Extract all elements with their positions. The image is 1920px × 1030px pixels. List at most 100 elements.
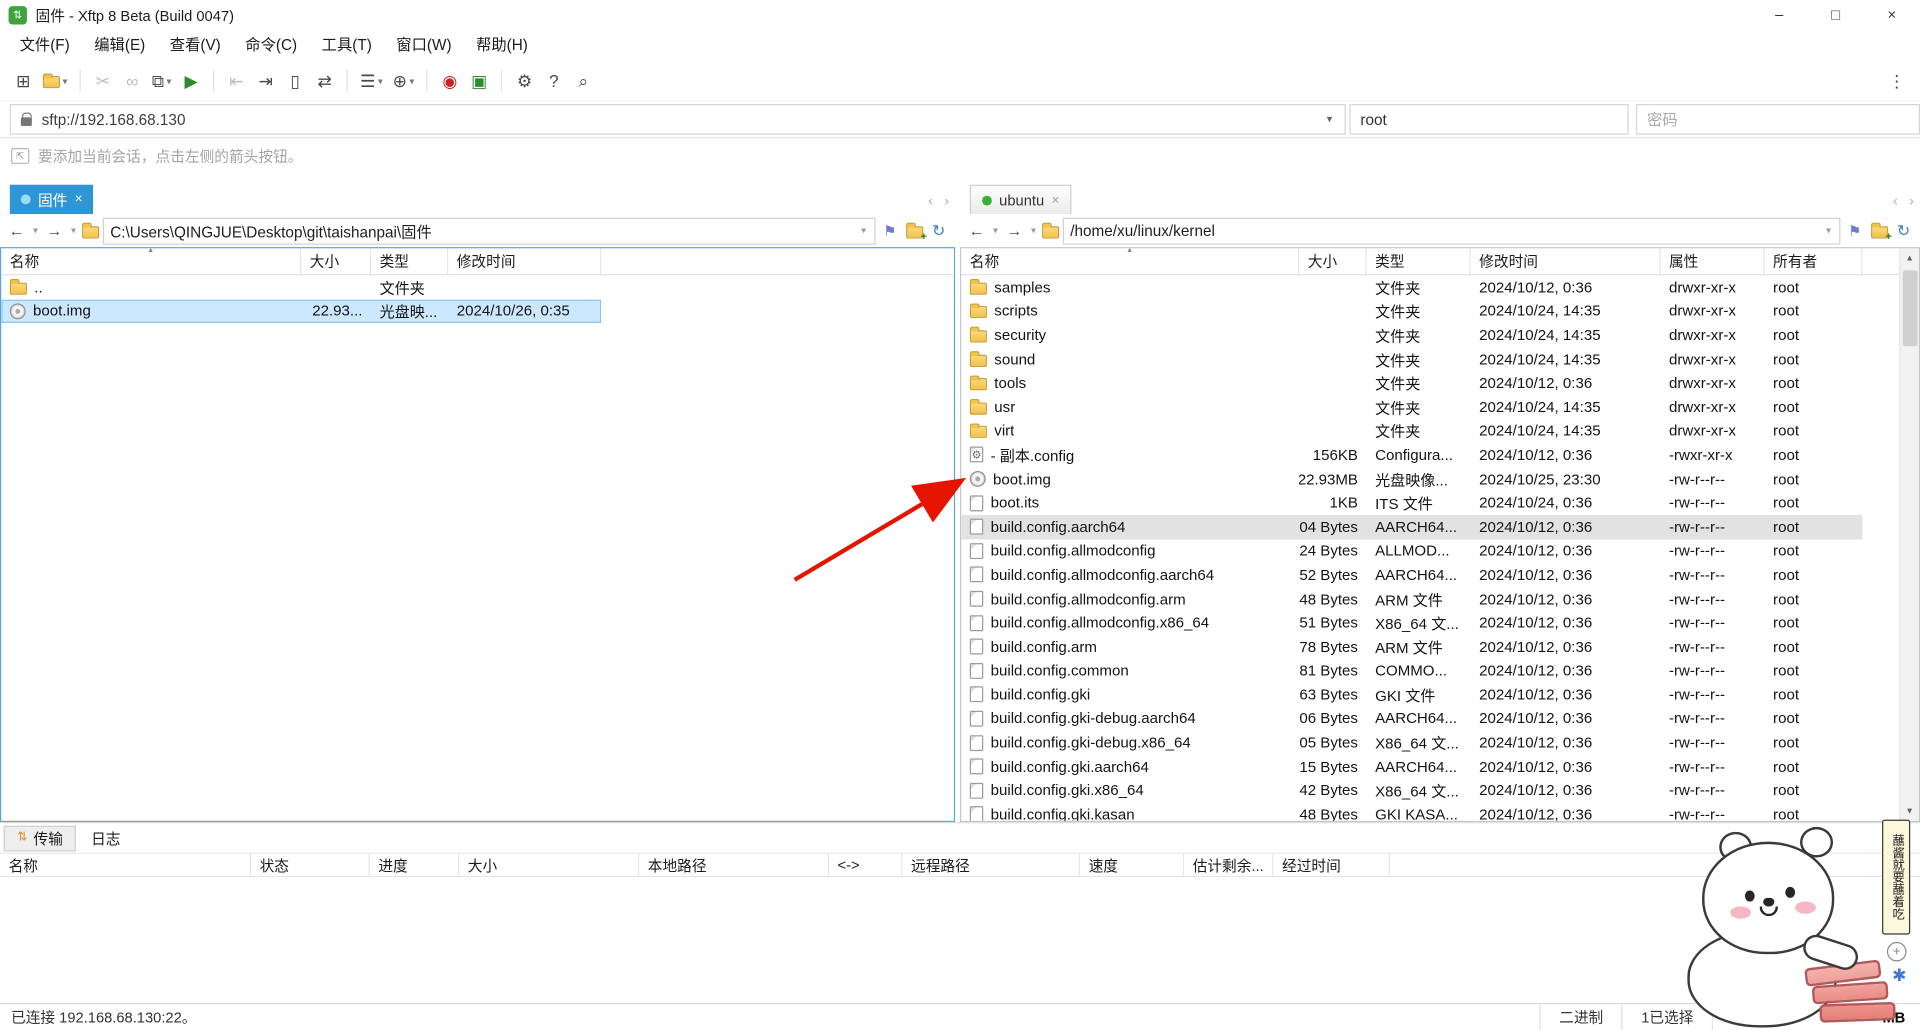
transfer-column-5[interactable]: <-> <box>829 854 902 876</box>
transfer-column-7[interactable]: 速度 <box>1080 854 1184 876</box>
forward-button[interactable]: → <box>44 223 65 239</box>
bottom-tab-log[interactable]: 日志 <box>79 825 133 851</box>
file-row[interactable]: usr文件夹2024/10/24, 14:35drwxr-xr-xroot <box>961 395 1862 419</box>
column-header-1[interactable]: 大小 <box>301 248 371 274</box>
run-button[interactable]: ▶ <box>178 66 205 95</box>
column-header-2[interactable]: 类型 <box>1367 248 1471 274</box>
column-header-5[interactable]: 所有者 <box>1764 248 1862 274</box>
transfer-column-4[interactable]: 本地路径 <box>639 854 829 876</box>
menu-edit[interactable]: 编辑(E) <box>82 32 158 59</box>
refresh-button[interactable]: ↻ <box>928 223 949 239</box>
session-url-dropdown-icon[interactable]: ▾ <box>1324 113 1334 126</box>
file-row[interactable]: samples文件夹2024/10/12, 0:36drwxr-xr-xroot <box>961 275 1862 299</box>
file-row[interactable]: scripts文件夹2024/10/24, 14:35drwxr-xr-xroo… <box>961 299 1862 323</box>
file-row[interactable]: build.config.gki.aarch64415 BytesAARCH64… <box>961 755 1862 779</box>
remote-tab-close-icon[interactable]: × <box>1051 193 1059 208</box>
file-row[interactable]: build.config.gki.x86_64142 BytesX86_64 文… <box>961 779 1862 803</box>
menu-window[interactable]: 窗口(W) <box>384 32 464 59</box>
back-button[interactable]: ← <box>966 223 987 239</box>
local-path-input[interactable]: C:\Users\QINGJUE\Desktop\git\taishanpai\… <box>103 217 876 244</box>
new-folder-button[interactable] <box>1869 222 1890 239</box>
copy-button[interactable]: ⧉▾ <box>148 66 175 95</box>
bookmark-icon[interactable]: ⚑ <box>1844 223 1865 238</box>
file-row[interactable]: - 副本.config156KBConfigura...2024/10/12, … <box>961 443 1862 467</box>
file-row[interactable]: build.config.allmodconfig.arm148 BytesAR… <box>961 587 1862 611</box>
tab-scroll-left-icon[interactable]: ‹ <box>1893 193 1898 208</box>
column-header-0[interactable]: 名称▲ <box>1 248 301 274</box>
file-row[interactable]: build.config.gki.kasan648 BytesGKI KASA.… <box>961 803 1862 821</box>
local-tab-close-icon[interactable]: × <box>75 192 83 207</box>
file-row[interactable]: virt文件夹2024/10/24, 14:35drwxr-xr-xroot <box>961 419 1862 443</box>
file-row[interactable]: boot.its1KBITS 文件2024/10/24, 0:36-rw-r--… <box>961 491 1862 515</box>
remote-scrollbar[interactable]: ▲ ▼ <box>1899 248 1919 820</box>
transfer-column-1[interactable]: 状态 <box>251 854 370 876</box>
username-input[interactable] <box>1351 111 1628 128</box>
mobile-view-button[interactable]: ▯ <box>282 66 309 95</box>
file-row[interactable]: boot.img22.93MB光盘映像...2024/10/25, 23:30-… <box>961 467 1862 491</box>
menu-command[interactable]: 命令(C) <box>233 32 309 59</box>
maximize-button[interactable]: □ <box>1807 0 1863 29</box>
forward-dropdown-icon[interactable]: ▾ <box>1029 226 1039 236</box>
settings-button[interactable]: ⚙ <box>511 66 538 95</box>
transfer-column-2[interactable]: 进度 <box>370 854 459 876</box>
local-tab[interactable]: 固件 × <box>10 185 94 214</box>
file-row[interactable]: sound文件夹2024/10/24, 14:35drwxr-xr-xroot <box>961 347 1862 371</box>
file-row[interactable]: ..文件夹 <box>1 275 601 299</box>
file-row[interactable]: build.config.gki63 BytesGKI 文件2024/10/12… <box>961 683 1862 707</box>
xshell-button[interactable]: ◉ <box>436 66 463 95</box>
column-header-2[interactable]: 类型 <box>371 248 448 274</box>
tab-scroll-right-icon[interactable]: › <box>1909 193 1914 208</box>
zoom-button[interactable]: ⌕ <box>570 66 597 95</box>
scrollbar-thumb[interactable] <box>1902 270 1917 346</box>
transfer-column-9[interactable]: 经过时间 <box>1273 854 1389 876</box>
file-row[interactable]: tools文件夹2024/10/12, 0:36drwxr-xr-xroot <box>961 371 1862 395</box>
menu-tools[interactable]: 工具(T) <box>309 32 384 59</box>
column-header-4[interactable]: 属性 <box>1660 248 1764 274</box>
file-row[interactable]: build.config.allmodconfig.x86_64151 Byte… <box>961 611 1862 635</box>
sync-browsing-button[interactable]: ⇄ <box>311 66 338 95</box>
transfer-column-3[interactable]: 大小 <box>459 854 639 876</box>
encoding-button[interactable]: ⊕▾ <box>389 66 418 95</box>
menu-view[interactable]: 查看(V) <box>158 32 234 59</box>
tab-scroll-right-icon[interactable]: › <box>944 193 949 208</box>
transfer-column-6[interactable]: 远程路径 <box>902 854 1080 876</box>
file-row[interactable]: build.config.gki-debug.x86_64105 BytesX8… <box>961 731 1862 755</box>
cut-button[interactable]: ✂ <box>89 66 116 95</box>
transfer-column-8[interactable]: 估计剩余... <box>1184 854 1273 876</box>
menu-help[interactable]: 帮助(H) <box>464 32 540 59</box>
path-dropdown-icon[interactable]: ▾ <box>1824 226 1834 236</box>
column-header-1[interactable]: 大小 <box>1299 248 1366 274</box>
file-row[interactable]: build.config.arm178 BytesARM 文件2024/10/1… <box>961 635 1862 659</box>
transfer-column-0[interactable]: 名称 <box>0 854 251 876</box>
bottom-tab-transfer[interactable]: ⇅传输 <box>4 825 77 851</box>
minimize-button[interactable]: – <box>1751 0 1807 29</box>
file-row[interactable]: boot.img22.93...光盘映...2024/10/26, 0:35 <box>1 299 601 323</box>
menu-file[interactable]: 文件(F) <box>7 32 82 59</box>
xterminal-button[interactable]: ▣ <box>466 66 493 95</box>
link-button[interactable]: ∞ <box>119 66 146 95</box>
scroll-up-icon[interactable]: ▲ <box>1900 248 1920 268</box>
column-header-3[interactable]: 修改时间 <box>1471 248 1661 274</box>
file-row[interactable]: security文件夹2024/10/24, 14:35drwxr-xr-xro… <box>961 323 1862 347</box>
view-mode-button[interactable]: ☰▾ <box>356 66 386 95</box>
open-session-button[interactable]: ▾ <box>39 66 71 95</box>
remote-path-input[interactable]: /home/xu/linux/kernel ▾ <box>1063 217 1841 244</box>
file-row[interactable]: build.config.allmodconfig.aarch64152 Byt… <box>961 563 1862 587</box>
password-input[interactable] <box>1637 111 1919 128</box>
toolbar-overflow-button[interactable]: ⋮ <box>1883 66 1910 95</box>
column-header-3[interactable]: 修改时间 <box>448 248 601 274</box>
file-row[interactable]: build.config.gki-debug.aarch64106 BytesA… <box>961 707 1862 731</box>
back-dropdown-icon[interactable]: ▾ <box>31 226 41 236</box>
path-dropdown-icon[interactable]: ▾ <box>859 226 869 236</box>
help-button[interactable]: ? <box>540 66 567 95</box>
scroll-down-icon[interactable]: ▼ <box>1900 801 1920 821</box>
new-session-button[interactable]: ⊞ <box>10 66 37 95</box>
bookmark-icon[interactable]: ⚑ <box>880 223 901 238</box>
transfer-right-button[interactable]: ⇥ <box>252 66 279 95</box>
session-url-combo[interactable]: sftp://192.168.68.130 ▾ <box>10 104 1346 135</box>
file-row[interactable]: build.config.allmodconfig424 BytesALLMOD… <box>961 539 1862 563</box>
transfer-left-button[interactable]: ⇤ <box>223 66 250 95</box>
column-header-0[interactable]: 名称▲ <box>961 248 1299 274</box>
forward-button[interactable]: → <box>1004 223 1025 239</box>
close-button[interactable]: × <box>1864 0 1920 29</box>
